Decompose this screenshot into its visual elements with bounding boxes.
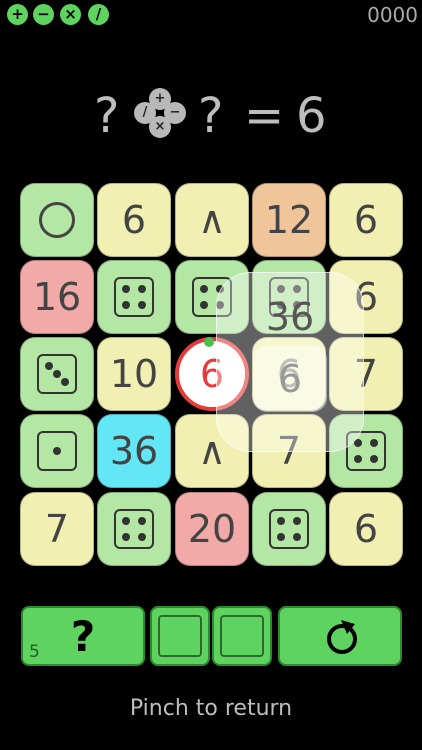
- grid-tile-r2c1[interactable]: 16: [20, 260, 94, 334]
- dice-4-icon: [114, 277, 154, 317]
- grid-tile-r1c3[interactable]: ∧: [175, 183, 249, 257]
- question-mark-icon: ?: [70, 612, 96, 661]
- die-pip: [200, 285, 208, 293]
- tile-number: 20: [187, 507, 237, 551]
- tile-number: 16: [32, 275, 82, 319]
- die-pip: [122, 533, 130, 541]
- hint-button[interactable]: 5 ?: [21, 606, 145, 666]
- die-pip: [138, 285, 146, 293]
- die-pip: [122, 517, 130, 525]
- grid-tile-r1c4[interactable]: 12: [252, 183, 326, 257]
- tile-number: 6: [353, 198, 379, 242]
- dice-4-icon: [269, 509, 309, 549]
- die-pip: [122, 301, 130, 309]
- divide-operator-button[interactable]: /: [88, 4, 109, 25]
- die-pip: [53, 370, 61, 378]
- die-pip: [370, 439, 378, 447]
- slot-button-right[interactable]: [212, 606, 272, 666]
- empty-slot-right: [220, 615, 264, 657]
- operator-wheel[interactable]: + / − ×: [134, 88, 186, 140]
- dice-1-icon: [37, 431, 77, 471]
- wheel-multiply-icon: ×: [149, 116, 171, 138]
- grid-tile-r5c1[interactable]: 7: [20, 492, 94, 566]
- die-pip: [61, 378, 69, 386]
- equation-equals: =: [244, 88, 285, 144]
- grid-tile-r5c4[interactable]: [252, 492, 326, 566]
- tile-number: 36: [109, 429, 159, 473]
- grid-tile-r2c2[interactable]: [97, 260, 171, 334]
- add-operator-button[interactable]: +: [7, 4, 28, 25]
- tile-number: 6: [121, 198, 147, 242]
- subtract-operator-button[interactable]: −: [33, 4, 54, 25]
- die-pip: [354, 455, 362, 463]
- magnifier-center-value: 6: [253, 346, 327, 412]
- tile-number: 6: [353, 507, 379, 551]
- equation-right-operand: ?: [198, 88, 224, 144]
- grid-tile-r4c2[interactable]: 36: [97, 414, 171, 488]
- restart-icon: [327, 620, 357, 654]
- selection-dot-icon: [204, 337, 214, 347]
- slot-button-left[interactable]: [150, 606, 210, 666]
- die-pip: [277, 533, 285, 541]
- pinch-to-return-text: Pinch to return: [129, 696, 293, 721]
- grid-tile-r1c1[interactable]: [20, 183, 94, 257]
- die-pip: [45, 362, 53, 370]
- die-pip: [122, 285, 130, 293]
- dice-3-icon: [37, 354, 77, 394]
- die-pip: [200, 301, 208, 309]
- die-pip: [293, 533, 301, 541]
- equation-result: 6: [296, 88, 327, 144]
- die-pip: [138, 517, 146, 525]
- die-pip: [138, 533, 146, 541]
- multiply-operator-button[interactable]: ×: [60, 4, 81, 25]
- grid-tile-r4c1[interactable]: [20, 414, 94, 488]
- dice-4-icon: [114, 509, 154, 549]
- die-pip: [370, 455, 378, 463]
- tile-number: 10: [109, 352, 159, 396]
- grid-tile-r5c3[interactable]: 20: [175, 492, 249, 566]
- grid-tile-r5c5[interactable]: 6: [329, 492, 403, 566]
- restart-button[interactable]: [278, 606, 402, 666]
- tile-number: 7: [44, 507, 70, 551]
- score-counter: 0000: [367, 3, 418, 27]
- grid-tile-r1c5[interactable]: 6: [329, 183, 403, 257]
- magnifier-loupe: 36 6: [216, 272, 364, 452]
- equation-left-operand: ?: [94, 88, 120, 144]
- die-pip: [293, 517, 301, 525]
- grid-tile-r5c2[interactable]: [97, 492, 171, 566]
- die-pip: [53, 447, 61, 455]
- die-pip: [138, 301, 146, 309]
- grid-tile-r1c2[interactable]: 6: [97, 183, 171, 257]
- magnifier-top-value: 36: [265, 295, 315, 339]
- empty-slot-left: [158, 615, 202, 657]
- tile-number: 12: [264, 198, 314, 242]
- die-pip: [277, 517, 285, 525]
- caret-icon: ∧: [198, 198, 226, 242]
- grid-tile-r3c2[interactable]: 10: [97, 337, 171, 411]
- circle-icon: [39, 202, 75, 238]
- grid-tile-r3c1[interactable]: [20, 337, 94, 411]
